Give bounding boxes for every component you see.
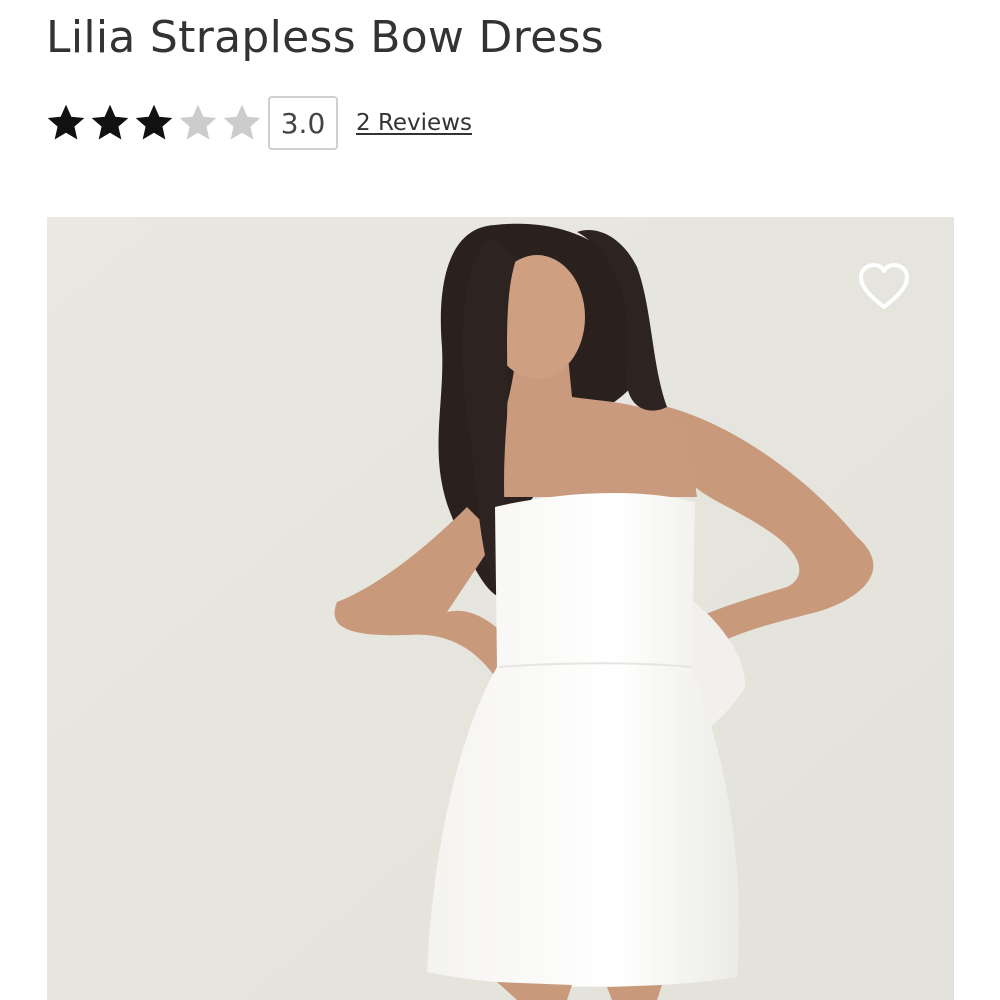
star-empty-icon xyxy=(176,101,220,145)
rating-score: 3.0 xyxy=(268,96,338,150)
model-photo xyxy=(47,217,954,1000)
star-empty-icon xyxy=(220,101,264,145)
rating-row: 3.0 2 Reviews xyxy=(44,94,472,152)
product-title: Lilia Strapless Bow Dress xyxy=(46,12,604,63)
star-filled-icon xyxy=(132,101,176,145)
product-image[interactable] xyxy=(47,217,954,1000)
star-rating xyxy=(44,101,264,145)
heart-outline-icon xyxy=(859,263,909,309)
wishlist-heart-icon[interactable] xyxy=(855,257,913,315)
star-filled-icon xyxy=(44,101,88,145)
star-filled-icon xyxy=(88,101,132,145)
reviews-link[interactable]: 2 Reviews xyxy=(356,110,472,136)
